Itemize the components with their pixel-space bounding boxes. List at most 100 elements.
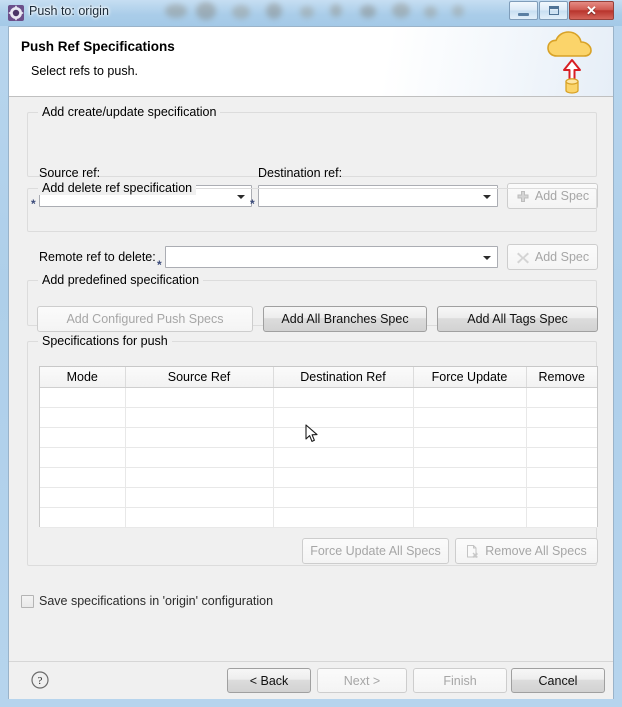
table-cell (273, 387, 414, 408)
table-cell (40, 387, 126, 408)
force-update-all-specs-button[interactable]: Force Update All Specs (302, 538, 449, 564)
table-cell (413, 447, 527, 468)
cloud-push-icon (543, 30, 601, 94)
table-row[interactable] (40, 447, 597, 468)
close-icon: ✕ (586, 3, 597, 18)
eclipse-git-icon (8, 5, 24, 21)
title-bar[interactable]: Push to: origin ✕ (0, 0, 622, 26)
specs-group-legend: Specifications for push (38, 334, 172, 348)
add-delete-spec-button[interactable]: Add Spec (507, 244, 598, 270)
table-row[interactable] (40, 507, 597, 528)
table-cell (273, 447, 414, 468)
add-all-branches-spec-button[interactable]: Add All Branches Spec (263, 306, 427, 332)
delete-group-legend: Add delete ref specification (38, 181, 197, 195)
table-cell (125, 447, 274, 468)
save-specifications-checkbox[interactable] (21, 594, 34, 608)
table-cell (526, 507, 597, 528)
source-ref-label: Source ref: (39, 166, 101, 180)
back-button[interactable]: < Back (227, 668, 311, 693)
table-row[interactable] (40, 427, 597, 448)
table-cell (125, 387, 274, 408)
cancel-button-label: Cancel (538, 673, 578, 688)
table-cell (273, 507, 414, 528)
save-specifications-checkbox-row[interactable]: Save specifications in 'origin' configur… (21, 594, 273, 608)
table-cell (40, 507, 126, 528)
finish-button[interactable]: Finish (413, 668, 507, 693)
maximize-button[interactable] (539, 1, 568, 20)
column-header-destination-ref[interactable]: Destination Ref (273, 367, 414, 388)
add-delete-spec-label: Add Spec (534, 250, 590, 264)
table-row[interactable] (40, 487, 597, 508)
table-cell (125, 507, 274, 528)
close-button[interactable]: ✕ (569, 1, 614, 20)
cancel-button[interactable]: Cancel (511, 668, 605, 693)
table-row[interactable] (40, 387, 597, 408)
table-cell (40, 467, 126, 488)
svg-text:?: ? (38, 675, 43, 687)
table-cell (413, 467, 527, 488)
wizard-footer: ? < Back Next > Finish Cancel (9, 661, 613, 699)
add-all-tags-spec-button[interactable]: Add All Tags Spec (437, 306, 598, 332)
table-cell (413, 407, 527, 428)
specifications-table[interactable]: Mode Source Ref Destination Ref Force Up… (39, 366, 598, 528)
dialog-client-area: Push Ref Specifications Select refs to p… (8, 26, 614, 699)
dialog-window: Push to: origin ✕ Push Ref Specification… (0, 0, 622, 707)
remove-all-specs-button[interactable]: Remove All Specs (455, 538, 598, 564)
add-configured-push-specs-label: Add Configured Push Specs (66, 312, 224, 326)
table-row[interactable] (40, 467, 597, 488)
finish-button-label: Finish (443, 673, 477, 688)
table-cell (526, 407, 597, 428)
column-header-remove[interactable]: Remove (526, 367, 597, 388)
destination-ref-label: Destination ref: (258, 166, 343, 180)
table-cell (413, 427, 527, 448)
force-update-all-specs-label: Force Update All Specs (310, 544, 441, 558)
predefined-group-legend: Add predefined specification (38, 273, 204, 287)
add-all-tags-spec-label: Add All Tags Spec (467, 312, 568, 326)
table-cell (40, 487, 126, 508)
table-cell (273, 487, 414, 508)
table-cell (413, 387, 527, 408)
create-update-group-legend: Add create/update specification (38, 105, 221, 119)
document-remove-icon (466, 545, 480, 559)
table-cell (526, 467, 597, 488)
help-question-icon[interactable]: ? (31, 671, 49, 689)
column-header-source-ref[interactable]: Source Ref (125, 367, 274, 388)
column-header-force-update[interactable]: Force Update (413, 367, 527, 388)
chevron-down-icon (483, 256, 491, 260)
table-cell (125, 427, 274, 448)
table-cell (526, 427, 597, 448)
table-cell (40, 427, 126, 448)
next-button-label: Next > (343, 673, 381, 688)
table-cell (40, 407, 126, 428)
delete-ref-specification-group: Add delete ref specification (27, 181, 597, 232)
x-mark-icon (516, 251, 530, 265)
table-row[interactable] (40, 407, 597, 428)
save-specifications-label: Save specifications in 'origin' configur… (39, 594, 274, 608)
table-cell (526, 387, 597, 408)
remove-all-specs-label: Remove All Specs (485, 544, 587, 558)
remote-ref-required-marker: * (157, 258, 162, 272)
table-cell (526, 487, 597, 508)
table-cell (273, 407, 414, 428)
window-title: Push to: origin (29, 4, 109, 18)
dialog-body: Add create/update specification Source r… (9, 98, 613, 661)
page-subtitle: Select refs to push. (31, 64, 139, 78)
table-cell (273, 427, 414, 448)
add-configured-push-specs-button[interactable]: Add Configured Push Specs (37, 306, 253, 332)
table-cell (40, 447, 126, 468)
table-cell (125, 407, 274, 428)
page-title: Push Ref Specifications (21, 39, 175, 54)
remote-ref-to-delete-combo[interactable] (165, 246, 498, 268)
table-cell (413, 507, 527, 528)
add-all-branches-spec-label: Add All Branches Spec (281, 312, 409, 326)
column-header-mode[interactable]: Mode (40, 367, 126, 388)
remote-ref-label: Remote ref to delete: (39, 250, 156, 264)
wizard-banner: Push Ref Specifications Select refs to p… (9, 27, 613, 97)
table-cell (273, 467, 414, 488)
next-button[interactable]: Next > (317, 668, 407, 693)
table-header-row: Mode Source Ref Destination Ref Force Up… (40, 367, 597, 388)
table-cell (526, 447, 597, 468)
minimize-button[interactable] (509, 1, 538, 20)
back-button-label: < Back (249, 673, 289, 688)
table-cell (125, 467, 274, 488)
